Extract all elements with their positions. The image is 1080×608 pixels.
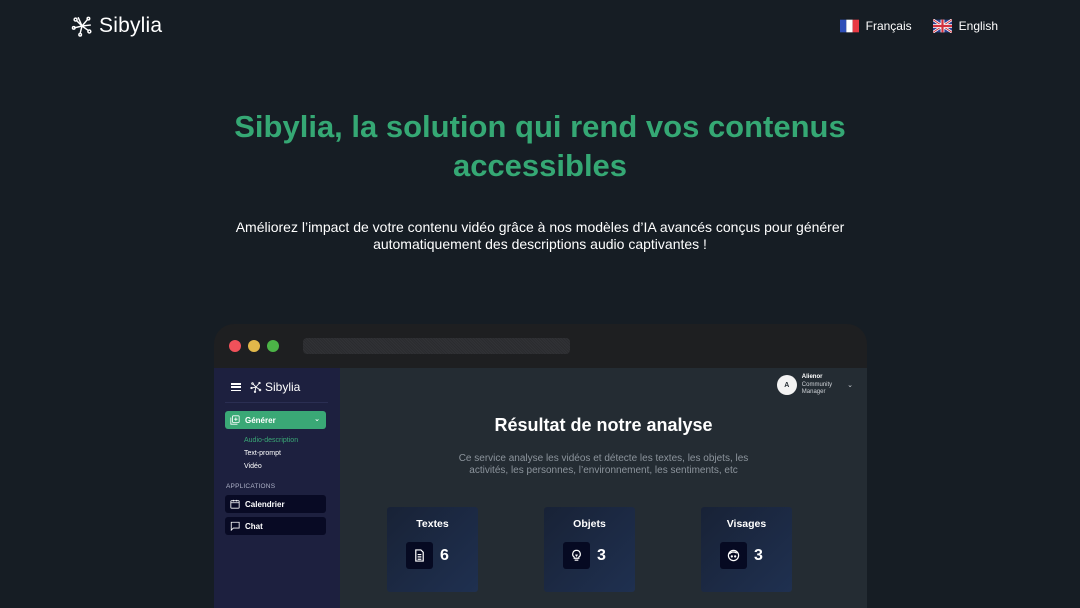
- hamburger-menu-icon[interactable]: [231, 383, 241, 391]
- mock-sidebar: Sibylia Générer ⌄ Audio-description Text…: [214, 368, 340, 608]
- analysis-desc-line2: activités, les personnes, l’environnemen…: [469, 465, 738, 476]
- face-icon: [727, 549, 740, 562]
- lang-english[interactable]: English: [932, 19, 998, 33]
- lang-french[interactable]: Français: [839, 19, 912, 33]
- chevron-down-icon: ⌄: [847, 382, 853, 390]
- user-menu[interactable]: A Alienor Community Manager ⌄: [776, 374, 853, 397]
- generate-icon: [230, 415, 240, 425]
- sidebar-brand-name: Sibylia: [265, 380, 301, 394]
- hero-title: Sibylia, la solution qui rend vos conten…: [0, 107, 1080, 185]
- calendar-icon: [230, 499, 240, 509]
- sibylia-logo-icon: [71, 16, 92, 37]
- generate-submenu: Audio-description Text-prompt Vidéo: [244, 436, 298, 471]
- close-dot-icon: [229, 340, 241, 352]
- mock-main-panel: A Alienor Community Manager ⌄ Résultat d…: [340, 368, 867, 608]
- stat-card-objects: Objets 3: [544, 507, 635, 592]
- hero-title-line1: Sibylia, la solution qui rend vos conten…: [234, 109, 846, 144]
- user-role-line2: Manager: [801, 389, 826, 395]
- user-name: Alienor: [801, 374, 823, 380]
- chat-icon: [230, 521, 240, 531]
- uk-flag-icon: [932, 19, 952, 33]
- stat-card-icon-box: [720, 542, 747, 569]
- hero-title-line2: accessibles: [452, 148, 628, 183]
- stat-card-value: 3: [597, 546, 606, 564]
- language-switcher: Français English: [839, 19, 998, 33]
- brand-name: Sibylia: [99, 14, 163, 37]
- analysis-desc-line1: Ce service analyse les vidéos et détecte…: [458, 453, 749, 464]
- stat-card-row: 3: [563, 542, 606, 569]
- stat-card-row: 3: [720, 542, 763, 569]
- stat-card-faces: Visages 3: [701, 507, 792, 592]
- sidebar-item-chat[interactable]: Chat: [225, 517, 326, 535]
- user-role-line1: Community: [801, 381, 833, 388]
- app-mockup-window: Sibylia Générer ⌄ Audio-description Text…: [214, 324, 867, 608]
- chat-label: Chat: [245, 521, 263, 531]
- stat-card-icon-box: [563, 542, 590, 569]
- stat-card-value: 3: [754, 546, 763, 564]
- generate-menu-button[interactable]: Générer ⌄: [225, 411, 326, 429]
- stat-card-title: Textes: [416, 518, 449, 530]
- submenu-item-video[interactable]: Vidéo: [244, 462, 298, 471]
- avatar: A: [776, 375, 797, 396]
- submenu-item-text-prompt[interactable]: Text-prompt: [244, 449, 298, 458]
- sidebar-item-calendar[interactable]: Calendrier: [225, 495, 326, 513]
- hero-subtitle-line2: automatiquement des descriptions audio c…: [373, 236, 707, 252]
- stat-card-title: Visages: [726, 518, 767, 530]
- submenu-item-audio-description[interactable]: Audio-description: [244, 436, 298, 445]
- applications-section-label: APPLICATIONS: [226, 483, 276, 490]
- analysis-title: Résultat de notre analyse: [494, 415, 713, 435]
- hero-subtitle-line1: Améliorez l’impact de votre contenu vidé…: [235, 219, 845, 235]
- stat-card-row: 6: [406, 542, 449, 569]
- stat-card-value: 6: [440, 546, 449, 564]
- chevron-down-icon: ⌄: [314, 416, 320, 423]
- top-nav: Sibylia Français English: [0, 0, 1080, 54]
- stat-card-texts: Textes 6: [387, 507, 478, 592]
- sibylia-logo-icon: [250, 381, 262, 393]
- brand-logo-link[interactable]: Sibylia: [71, 14, 162, 38]
- lang-french-label: Français: [865, 19, 912, 33]
- sidebar-divider: [225, 402, 328, 403]
- maximize-dot-icon: [267, 340, 279, 352]
- fr-flag-icon: [839, 19, 859, 33]
- user-info: Alienor Community Manager: [802, 374, 832, 397]
- sidebar-header: Sibylia: [231, 380, 300, 394]
- generate-label: Générer: [245, 415, 276, 425]
- stat-card-title: Objets: [573, 518, 606, 530]
- lang-english-label: English: [958, 19, 998, 33]
- document-icon: [415, 549, 424, 562]
- analysis-description: Ce service analyse les vidéos et détecte…: [340, 453, 867, 477]
- app-screen: Sibylia Générer ⌄ Audio-description Text…: [214, 368, 867, 608]
- stat-card-icon-box: [406, 542, 433, 569]
- hero-subtitle: Améliorez l’impact de votre contenu vidé…: [0, 219, 1080, 253]
- sidebar-brand: Sibylia: [250, 380, 300, 394]
- calendar-label: Calendrier: [245, 499, 285, 509]
- window-controls: [229, 340, 279, 352]
- address-bar: [303, 338, 570, 354]
- lightbulb-icon: [572, 549, 581, 561]
- minimize-dot-icon: [248, 340, 260, 352]
